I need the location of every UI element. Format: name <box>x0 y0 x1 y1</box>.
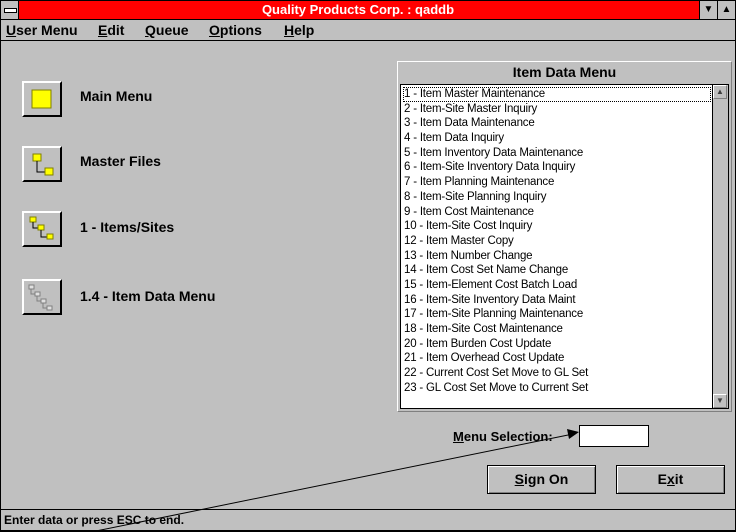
list-item[interactable]: 6 - Item-Site Inventory Data Inquiry <box>403 160 711 175</box>
menu-edit[interactable]: Edit <box>98 22 124 38</box>
menu-queue[interactable]: Queue <box>145 22 189 38</box>
item-data-menu-label: 1.4 - Item Data Menu <box>80 288 216 304</box>
menu-listbox[interactable]: 1 - Item Master Maintenance 2 - Item-Site… <box>400 84 729 409</box>
exit-label-pre: E <box>657 471 667 487</box>
exit-label: it <box>674 471 684 487</box>
window-title: Quality Products Corp. : qaddb <box>261 2 455 17</box>
system-menu-icon[interactable] <box>1 1 19 19</box>
menu-queue-label: ueue <box>155 22 189 38</box>
item-data-menu-panel: Item Data Menu 1 - Item Master Maintenan… <box>397 61 732 412</box>
menu-edit-label: dit <box>107 22 125 38</box>
list-item[interactable]: 15 - Item-Element Cost Batch Load <box>403 278 711 293</box>
exit-button[interactable]: Exit <box>616 465 725 494</box>
list-item[interactable]: 16 - Item-Site Inventory Data Maint <box>403 293 711 308</box>
menu-help-label: elp <box>294 22 315 38</box>
list-item[interactable]: 14 - Item Cost Set Name Change <box>403 263 711 278</box>
application-window: Quality Products Corp. : qaddb ▼ ▲ User … <box>0 0 736 532</box>
list-item[interactable]: 10 - Item-Site Cost Inquiry <box>403 219 711 234</box>
list-item[interactable]: 3 - Item Data Maintenance <box>403 116 711 131</box>
item-data-menu-icon <box>28 284 53 311</box>
main-menu-icon <box>31 89 52 109</box>
master-files-icon <box>32 153 54 176</box>
menu-help-hotkey: H <box>284 22 295 38</box>
menu-edit-hotkey: E <box>98 22 108 38</box>
master-files-label: Master Files <box>80 153 161 169</box>
main-menu-label: Main Menu <box>80 88 153 104</box>
list-item[interactable]: 23 - GL Cost Set Move to Current Set <box>403 381 711 396</box>
main-menu-button[interactable] <box>22 81 62 117</box>
scroll-up-icon[interactable]: ▲ <box>713 85 727 99</box>
scroll-down-icon[interactable]: ▼ <box>713 394 727 408</box>
menu-user-menu-hotkey: U <box>6 22 17 38</box>
sign-on-label: ign On <box>524 471 569 487</box>
list-item[interactable]: 22 - Current Cost Set Move to GL Set <box>403 366 711 381</box>
maximize-icon[interactable]: ▲ <box>717 1 735 19</box>
items-sites-label: 1 - Items/Sites <box>80 219 175 235</box>
list-item[interactable]: 2 - Item-Site Master Inquiry <box>403 102 711 117</box>
menu-user-menu-label: ser Menu <box>16 22 78 38</box>
list-item[interactable]: 13 - Item Number Change <box>403 249 711 264</box>
menu-options[interactable]: Options <box>209 22 262 38</box>
master-files-button[interactable] <box>22 146 62 182</box>
menu-selection-label: Menu Selection: <box>453 429 553 444</box>
list-item[interactable]: 18 - Item-Site Cost Maintenance <box>403 322 711 337</box>
title-bar: Quality Products Corp. : qaddb ▼ ▲ <box>1 1 735 20</box>
status-bar: Enter data or press ESC to end. <box>1 509 735 530</box>
list-header: Item Data Menu <box>512 64 617 80</box>
exit-hotkey: x <box>666 471 675 487</box>
list-item[interactable]: 1 - Item Master Maintenance <box>403 87 711 102</box>
list-item[interactable]: 17 - Item-Site Planning Maintenance <box>403 307 711 322</box>
list-item[interactable]: 21 - Item Overhead Cost Update <box>403 351 711 366</box>
list-item[interactable]: 7 - Item Planning Maintenance <box>403 175 711 190</box>
menu-help[interactable]: Help <box>284 22 314 38</box>
menu-bar: User Menu Edit Queue Options Help <box>1 20 735 41</box>
menu-selection-input[interactable] <box>579 425 649 447</box>
sign-on-hotkey: S <box>514 471 524 487</box>
menu-selection-text: enu Selection: <box>463 429 553 444</box>
menu-selection-hotkey: M <box>453 429 464 444</box>
sign-on-button[interactable]: Sign On <box>487 465 596 494</box>
scrollbar[interactable]: ▲ ▼ <box>712 85 728 408</box>
list-item[interactable]: 8 - Item-Site Planning Inquiry <box>403 190 711 205</box>
items-sites-button[interactable] <box>22 211 62 247</box>
list-item[interactable]: 9 - Item Cost Maintenance <box>403 205 711 220</box>
menu-list-items: 1 - Item Master Maintenance 2 - Item-Site… <box>403 87 711 395</box>
list-item[interactable]: 4 - Item Data Inquiry <box>403 131 711 146</box>
menu-options-label: ptions <box>219 22 262 38</box>
item-data-menu-button[interactable] <box>22 279 62 315</box>
menu-user-menu[interactable]: User Menu <box>6 22 78 38</box>
menu-options-hotkey: O <box>209 22 220 38</box>
list-item[interactable]: 5 - Item Inventory Data Maintenance <box>403 146 711 161</box>
items-sites-icon <box>29 216 54 240</box>
list-item[interactable]: 20 - Item Burden Cost Update <box>403 337 711 352</box>
menu-queue-hotkey: Q <box>145 22 156 38</box>
minimize-icon[interactable]: ▼ <box>699 1 717 19</box>
list-item[interactable]: 12 - Item Master Copy <box>403 234 711 249</box>
